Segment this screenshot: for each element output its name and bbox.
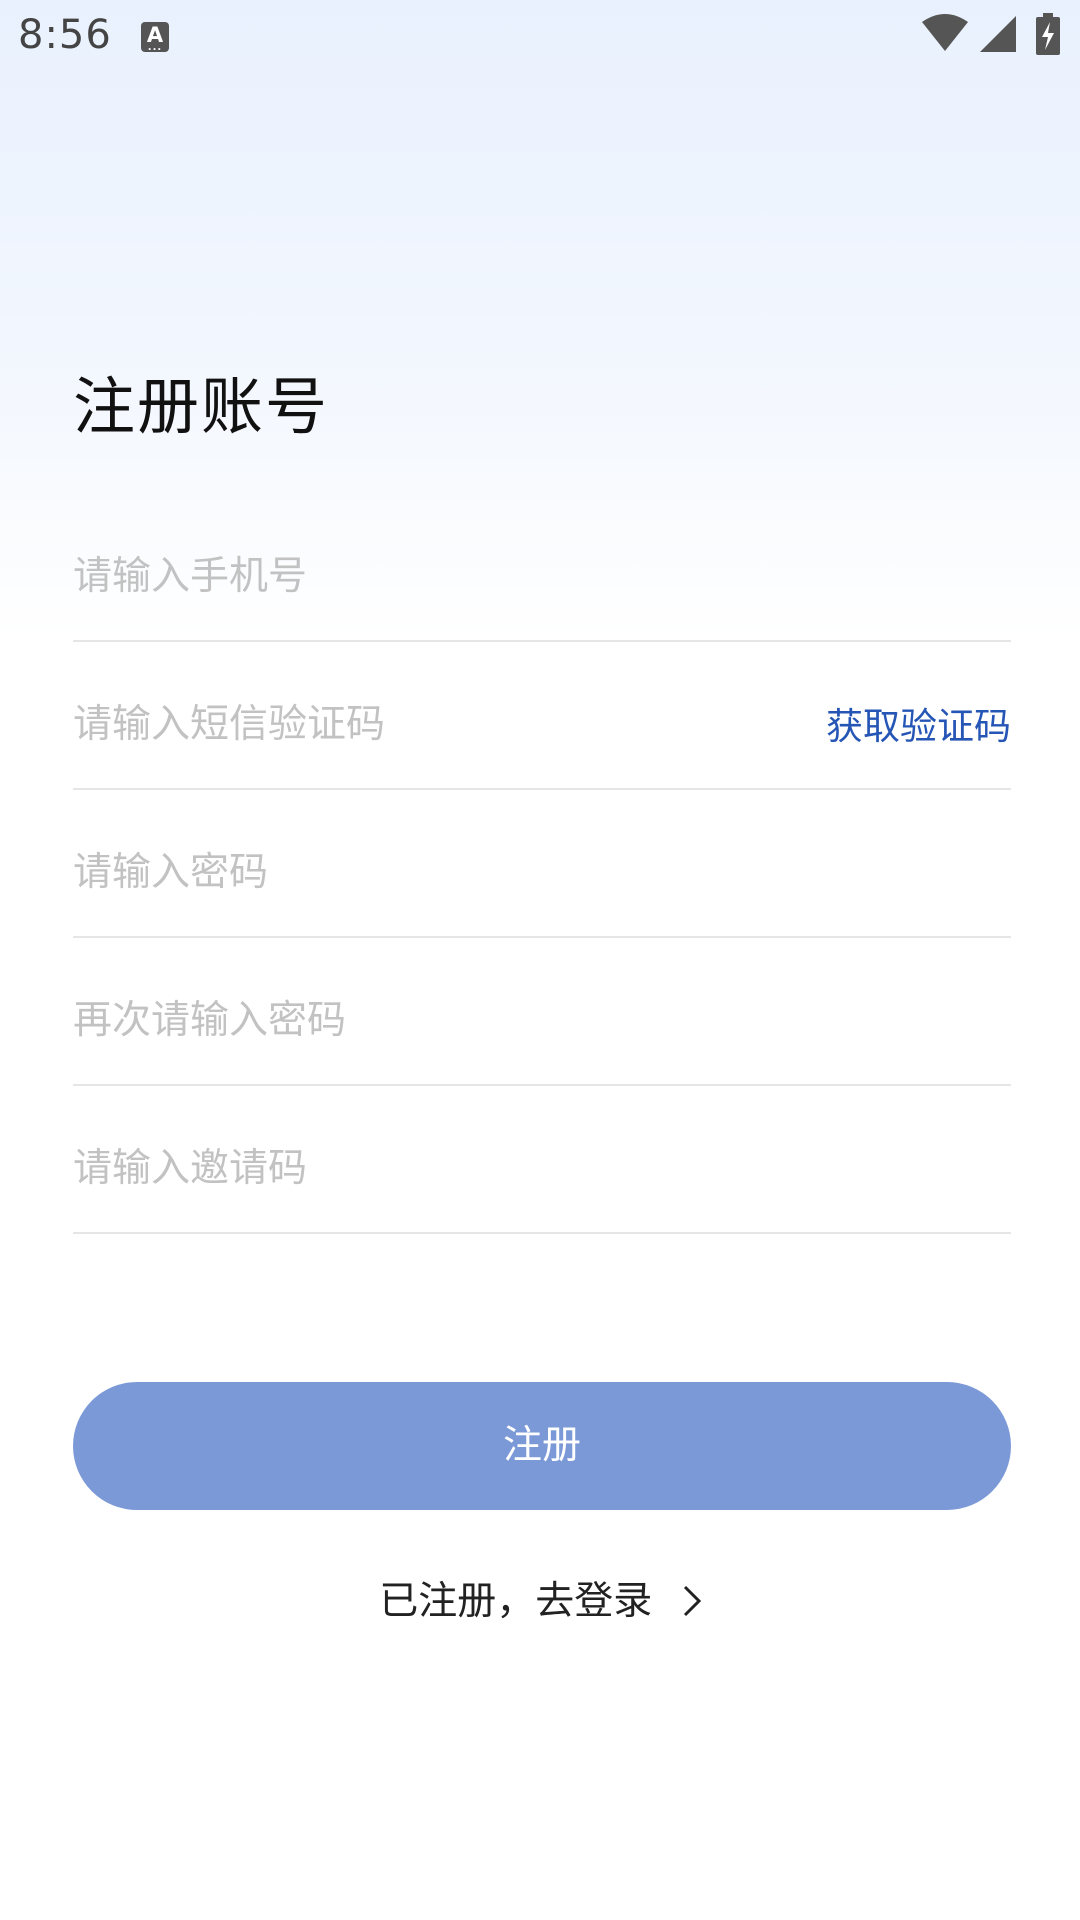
sms-code-field-row: 获取验证码 — [73, 642, 1011, 790]
password-field-row — [73, 790, 1011, 938]
chevron-right-icon — [683, 1585, 701, 1616]
phone-field-row — [73, 494, 1011, 642]
invite-code-field-row — [73, 1086, 1011, 1234]
status-time: 8:56 — [18, 12, 112, 58]
sms-code-input[interactable] — [73, 694, 753, 754]
invite-code-input[interactable] — [73, 1138, 753, 1198]
confirm-password-field-row — [73, 938, 1011, 1086]
register-button[interactable]: 注册 — [73, 1382, 1011, 1510]
battery-charging-icon — [1036, 13, 1060, 55]
a-icon: A... — [141, 22, 169, 53]
go-to-login-label: 已注册，去登录 — [379, 1579, 653, 1624]
get-code-button[interactable]: 获取验证码 — [826, 696, 1011, 750]
password-input[interactable] — [73, 842, 753, 902]
confirm-password-input[interactable] — [73, 990, 753, 1050]
phone-input[interactable] — [73, 546, 753, 606]
page-title: 注册账号 — [73, 370, 330, 443]
wifi-icon — [922, 14, 968, 51]
status-bar: 8:56 A... — [0, 0, 1080, 74]
go-to-login-link[interactable]: 已注册，去登录 — [0, 1570, 1080, 1630]
signal-icon — [980, 16, 1016, 52]
